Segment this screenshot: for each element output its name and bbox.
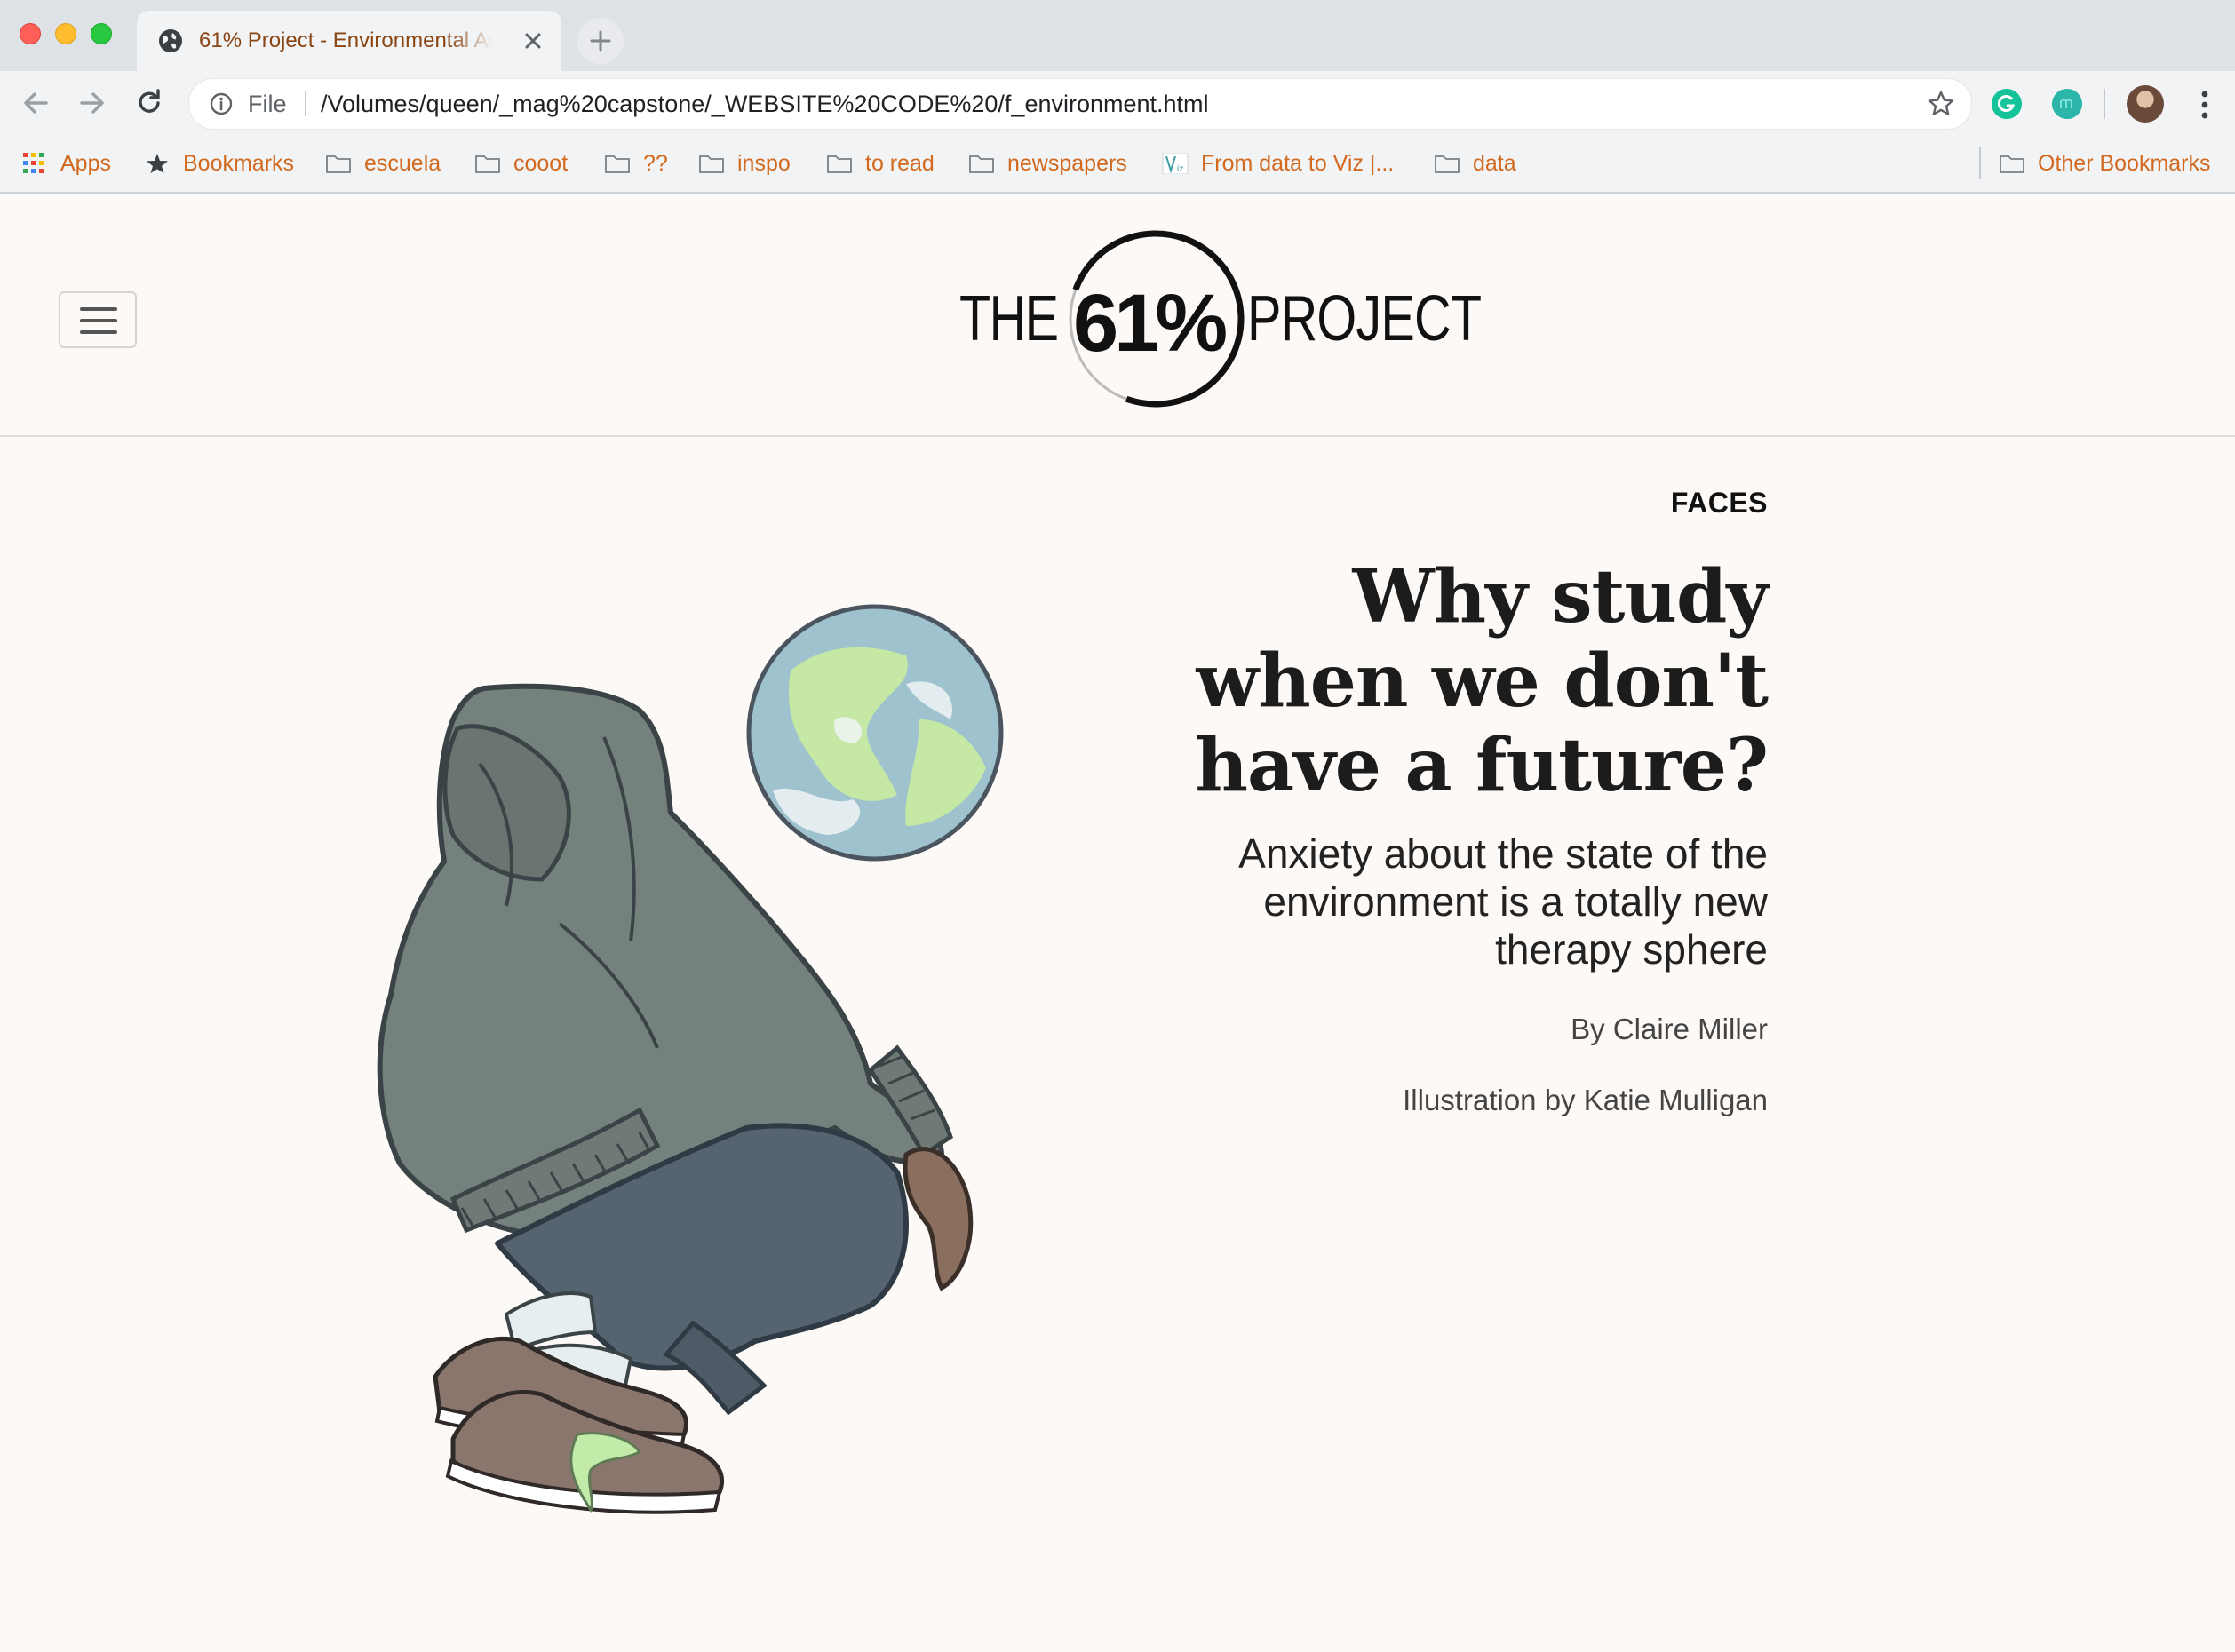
bookmark-label: ??: [643, 150, 668, 176]
minimize-window-button[interactable]: [55, 23, 76, 44]
bookmark-other-bookmarks[interactable]: Other Bookmarks: [1999, 135, 2211, 192]
tab-title: 61% Project - Environmental Anxiety: [199, 28, 492, 52]
bookmark-label: to read: [865, 150, 935, 176]
logo-the-text: THE: [959, 283, 1059, 354]
bookmark-folder-data[interactable]: data: [1434, 135, 1516, 192]
star-icon: [147, 154, 168, 173]
profile-avatar[interactable]: [2127, 85, 2164, 123]
reload-icon[interactable]: [131, 85, 167, 121]
article-headline: Why study when we don't have a future?: [1195, 554, 1769, 808]
bookmark-label: inspo: [737, 150, 791, 176]
bookmark-folder-cooot[interactable]: cooot: [474, 135, 568, 192]
bookmark-label: cooot: [513, 150, 569, 176]
hero-illustration: [377, 604, 1004, 1514]
svg-text:iz: iz: [1177, 164, 1183, 174]
bookmark-label: Apps: [60, 150, 111, 176]
bookmark-label: Other Bookmarks: [2038, 150, 2211, 176]
folder-icon: [699, 155, 724, 173]
bookmark-label: escuela: [364, 150, 441, 176]
section-label[interactable]: FACES: [1146, 487, 1768, 520]
scheme-label: File: [248, 91, 287, 117]
hamburger-line: [80, 319, 117, 322]
article-header: FACES Why study when we don't have a fut…: [1146, 487, 1769, 1117]
site-header: THE 61% PROJECT: [0, 194, 2235, 437]
tab-strip: 61% Project - Environmental Anxiety: [0, 0, 2235, 71]
url-text[interactable]: /Volumes/queen/_mag%20capstone/_WEBSITE%…: [321, 79, 1209, 129]
bookmark-folder-questions[interactable]: ??: [604, 135, 668, 192]
viz-favicon-icon: iz: [1162, 153, 1189, 174]
bookmark-folder-to-read[interactable]: to read: [826, 135, 935, 192]
bookmark-label: data: [1473, 150, 1516, 176]
folder-icon: [827, 155, 852, 173]
zoom-window-button[interactable]: [91, 23, 112, 44]
toolbar-divider: [2104, 89, 2105, 119]
bookmark-bookmarks[interactable]: Bookmarks: [144, 135, 294, 192]
bookmark-folder-newspapers[interactable]: newspapers: [968, 135, 1127, 192]
close-window-button[interactable]: [20, 23, 41, 44]
bookmark-apps[interactable]: Apps: [21, 135, 111, 192]
folder-icon: [2000, 155, 2024, 173]
illustration-credit: Illustration by Katie Mulligan: [1403, 1084, 1768, 1116]
folder-icon: [475, 155, 500, 173]
bookmarks-bar: Apps Bookmarks escuela cooot ?? inspo to…: [0, 135, 2235, 194]
bookmark-label: newspapers: [1007, 150, 1127, 176]
earth-globe: [746, 604, 1004, 862]
globe-icon: [159, 29, 182, 52]
new-tab-button[interactable]: [577, 18, 624, 64]
apps-grid-icon: [23, 153, 44, 173]
bookmark-label: Bookmarks: [183, 150, 295, 176]
hamburger-line: [80, 330, 117, 334]
logo-project-text: PROJECT: [1247, 283, 1482, 354]
bookmarks-divider: [1979, 147, 1981, 179]
logo-number-text: 61%: [1073, 278, 1228, 369]
forward-arrow-icon[interactable]: [75, 85, 110, 121]
grammarly-extension-icon[interactable]: [1992, 89, 2022, 119]
browser-toolbar: File /Volumes/queen/_mag%20capstone/_WEB…: [0, 71, 2235, 135]
folder-icon: [605, 155, 630, 173]
folder-icon: [969, 155, 994, 173]
info-icon[interactable]: [209, 91, 234, 116]
bookmark-star-icon[interactable]: [1927, 90, 1955, 118]
hamburger-menu-button[interactable]: [59, 291, 137, 348]
article-subheadline: Anxiety about the state of the environme…: [1238, 830, 1768, 973]
close-icon[interactable]: [522, 30, 544, 52]
kebab-menu-icon[interactable]: [2196, 87, 2214, 123]
hamburger-line: [80, 307, 117, 311]
author-byline: By Claire Miller: [1571, 1013, 1768, 1045]
site-logo[interactable]: THE 61% PROJECT: [959, 226, 1482, 412]
browser-chrome: 61% Project - Environmental Anxiety: [0, 0, 2235, 194]
back-arrow-icon[interactable]: [18, 85, 53, 121]
address-divider: [305, 91, 306, 116]
hand: [903, 1147, 974, 1291]
address-bar[interactable]: File /Volumes/queen/_mag%20capstone/_WEB…: [188, 78, 1972, 130]
bookmark-label: From data to Viz |...: [1201, 150, 1395, 176]
folder-icon: [326, 155, 351, 173]
mercury-extension-icon[interactable]: [2052, 89, 2082, 119]
bookmark-from-data-to-viz[interactable]: iz From data to Viz |...: [1162, 135, 1394, 192]
bookmark-folder-escuela[interactable]: escuela: [325, 135, 441, 192]
browser-tab-active[interactable]: 61% Project - Environmental Anxiety: [137, 11, 561, 71]
bookmark-folder-inspo[interactable]: inspo: [698, 135, 791, 192]
folder-icon: [1435, 155, 1460, 173]
